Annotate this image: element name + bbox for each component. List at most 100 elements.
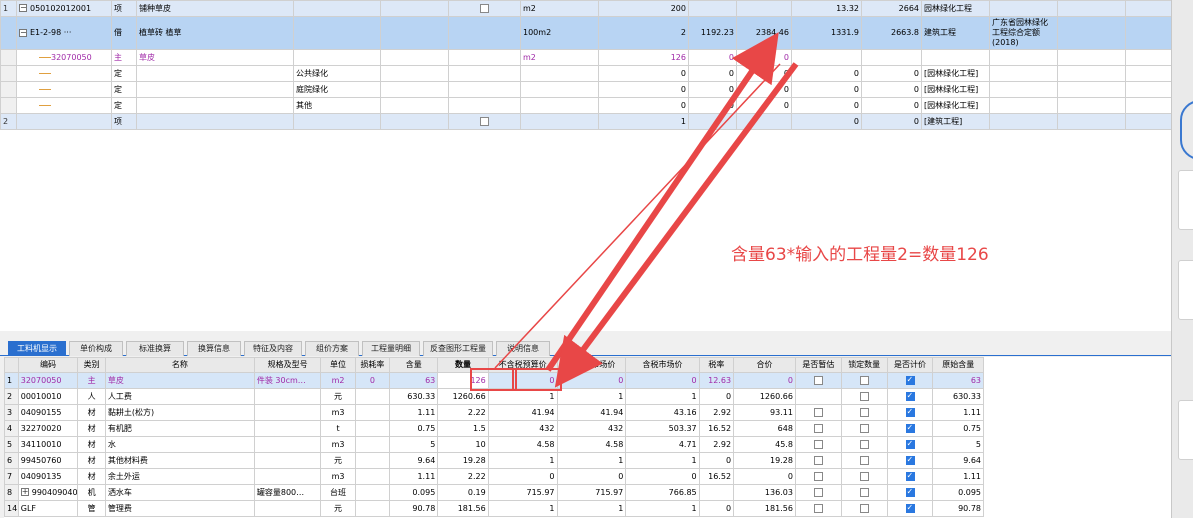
cell-name[interactable] [136, 113, 294, 130]
checkbox[interactable] [859, 391, 869, 401]
tab-4[interactable]: 特征及内容 [244, 341, 302, 356]
cell-name[interactable]: 黏耕土(松方) [104, 404, 255, 421]
column-header[interactable]: 是否计价 [886, 357, 934, 373]
checkbox[interactable] [859, 471, 869, 481]
cell-check[interactable] [448, 97, 521, 114]
cell-quantity[interactable]: 1.5 [437, 420, 489, 437]
material-row[interactable]: 534110010材水m35104.584.584.712.9245.85 [4, 436, 984, 453]
column-header[interactable]: 不含税市场价 [556, 357, 627, 373]
cell-check[interactable] [448, 16, 521, 50]
cell-code[interactable]: 04090135 [17, 468, 79, 485]
cell-market-price[interactable]: 0 [556, 372, 627, 389]
cell-code[interactable]: 00010010 [17, 388, 79, 405]
checkbox[interactable] [859, 455, 869, 465]
cell-tax-rate[interactable]: 16.52 [698, 468, 735, 485]
cell-quantity[interactable]: 200 [598, 0, 689, 17]
checkbox[interactable] [813, 455, 823, 465]
cell-check[interactable] [448, 113, 521, 130]
cell-content[interactable]: 5 [389, 436, 439, 453]
tab-8[interactable]: 说明信息 [496, 341, 550, 356]
column-header[interactable]: 不含税预算价 [487, 357, 558, 373]
material-row[interactable]: 14GLF管管理费元90.78181.561110181.5690.78 [4, 500, 984, 517]
cell-content[interactable]: 1.11 [389, 468, 439, 485]
cell-budget-price[interactable]: 41.94 [487, 404, 558, 421]
cell-budget-price[interactable]: 715.97 [487, 484, 558, 501]
checkbox-cell[interactable] [794, 500, 842, 517]
checkbox-checked[interactable] [905, 470, 915, 483]
cell-spec[interactable] [253, 468, 322, 485]
cell-name[interactable]: 草皮 [136, 49, 294, 66]
checkbox[interactable] [859, 439, 869, 449]
cell-quantity[interactable]: 0 [598, 81, 689, 98]
cell-budget-price[interactable]: 1 [487, 452, 558, 469]
material-row[interactable]: 200010010人人工费元630.331260.6611101260.6663… [4, 388, 984, 405]
checkbox-cell[interactable] [886, 484, 934, 501]
cell-content[interactable]: 0.75 [389, 420, 439, 437]
quota-row[interactable]: 2 项 1 0 0 [建筑工程] [0, 113, 1171, 130]
cell-taxed-price[interactable]: 766.85 [625, 484, 700, 501]
cell-spec[interactable] [253, 404, 322, 421]
cell-tax-rate[interactable]: 0 [698, 388, 735, 405]
tab-5[interactable]: 组价方案 [305, 341, 359, 356]
tab-1[interactable]: 单价构成 [69, 341, 123, 356]
quota-row[interactable]: 定公共绿化 0 0 0 0 0 [园林绿化工程] [0, 65, 1171, 82]
column-header[interactable]: 规格及型号 [253, 357, 322, 373]
cell-market-price[interactable]: 1 [556, 452, 627, 469]
cell-name[interactable]: 洒水车 [104, 484, 255, 501]
cell-quantity[interactable]: 2.22 [437, 404, 489, 421]
cell-loss-rate[interactable] [354, 500, 391, 517]
column-header[interactable]: 税率 [698, 357, 735, 373]
cell-tax-rate[interactable]: 0 [698, 500, 735, 517]
cell-code[interactable]: 04090155 [17, 404, 79, 421]
checkbox-cell[interactable] [794, 388, 842, 405]
checkbox-checked[interactable] [905, 422, 915, 435]
checkbox[interactable] [813, 439, 823, 449]
checkbox-checked[interactable] [905, 406, 915, 419]
cell-content[interactable]: 9.64 [389, 452, 439, 469]
quota-row[interactable]: 32070050 主草皮 m2 126 0 0 [0, 49, 1171, 66]
cell-code[interactable]: −050102012001 [16, 0, 112, 17]
cell-content[interactable]: 630.33 [389, 388, 439, 405]
cell-market-price[interactable]: 1 [556, 500, 627, 517]
cell-quantity[interactable]: 0.19 [437, 484, 489, 501]
cell-loss-rate[interactable] [354, 484, 391, 501]
checkbox[interactable] [480, 116, 489, 126]
checkbox-cell[interactable] [886, 404, 934, 421]
checkbox-cell[interactable] [886, 500, 934, 517]
quota-row[interactable]: 定其他 0 0 0 0 0 [园林绿化工程] [0, 97, 1171, 114]
cell-quantity[interactable]: 1260.66 [437, 388, 489, 405]
checkbox-cell[interactable] [886, 372, 934, 389]
material-row[interactable]: 704090135材余土外运m31.112.2200016.5201.11 [4, 468, 984, 485]
checkbox-cell[interactable] [840, 468, 888, 485]
cell-taxed-price[interactable]: 1 [625, 500, 700, 517]
cell-market-price[interactable]: 0 [556, 468, 627, 485]
cell-code[interactable]: 32070050 [16, 49, 112, 66]
cell-loss-rate[interactable] [354, 420, 391, 437]
checkbox-checked[interactable] [905, 454, 915, 467]
checkbox[interactable] [480, 3, 489, 13]
cell-name[interactable]: 草皮 [104, 372, 255, 389]
checkbox-cell[interactable] [794, 452, 842, 469]
cell-content[interactable]: 1.11 [389, 404, 439, 421]
cell-loss-rate[interactable] [354, 452, 391, 469]
cell-budget-price[interactable]: 1 [487, 500, 558, 517]
checkbox-cell[interactable] [840, 372, 888, 389]
checkbox-checked[interactable] [905, 486, 915, 499]
cell-tax-rate[interactable]: 2.92 [698, 436, 735, 453]
cell-taxed-price[interactable]: 0 [625, 372, 700, 389]
checkbox-cell[interactable] [886, 468, 934, 485]
checkbox-cell[interactable] [794, 420, 842, 437]
cell-code[interactable]: − E1-2-98 ··· [16, 16, 112, 50]
cell-check[interactable] [448, 65, 521, 82]
checkbox[interactable] [813, 471, 823, 481]
column-header[interactable]: 名称 [104, 357, 255, 373]
cell-quantity[interactable]: 19.28 [437, 452, 489, 469]
checkbox-cell[interactable] [886, 452, 934, 469]
cell-loss-rate[interactable] [354, 468, 391, 485]
cell-spec[interactable]: 罐容量800… [253, 484, 322, 501]
tab-3[interactable]: 换算信息 [187, 341, 241, 356]
cell-loss-rate[interactable] [354, 388, 391, 405]
tab-6[interactable]: 工程量明细 [362, 341, 420, 356]
cell-quantity[interactable]: 2.22 [437, 468, 489, 485]
cell-taxed-price[interactable]: 43.16 [625, 404, 700, 421]
